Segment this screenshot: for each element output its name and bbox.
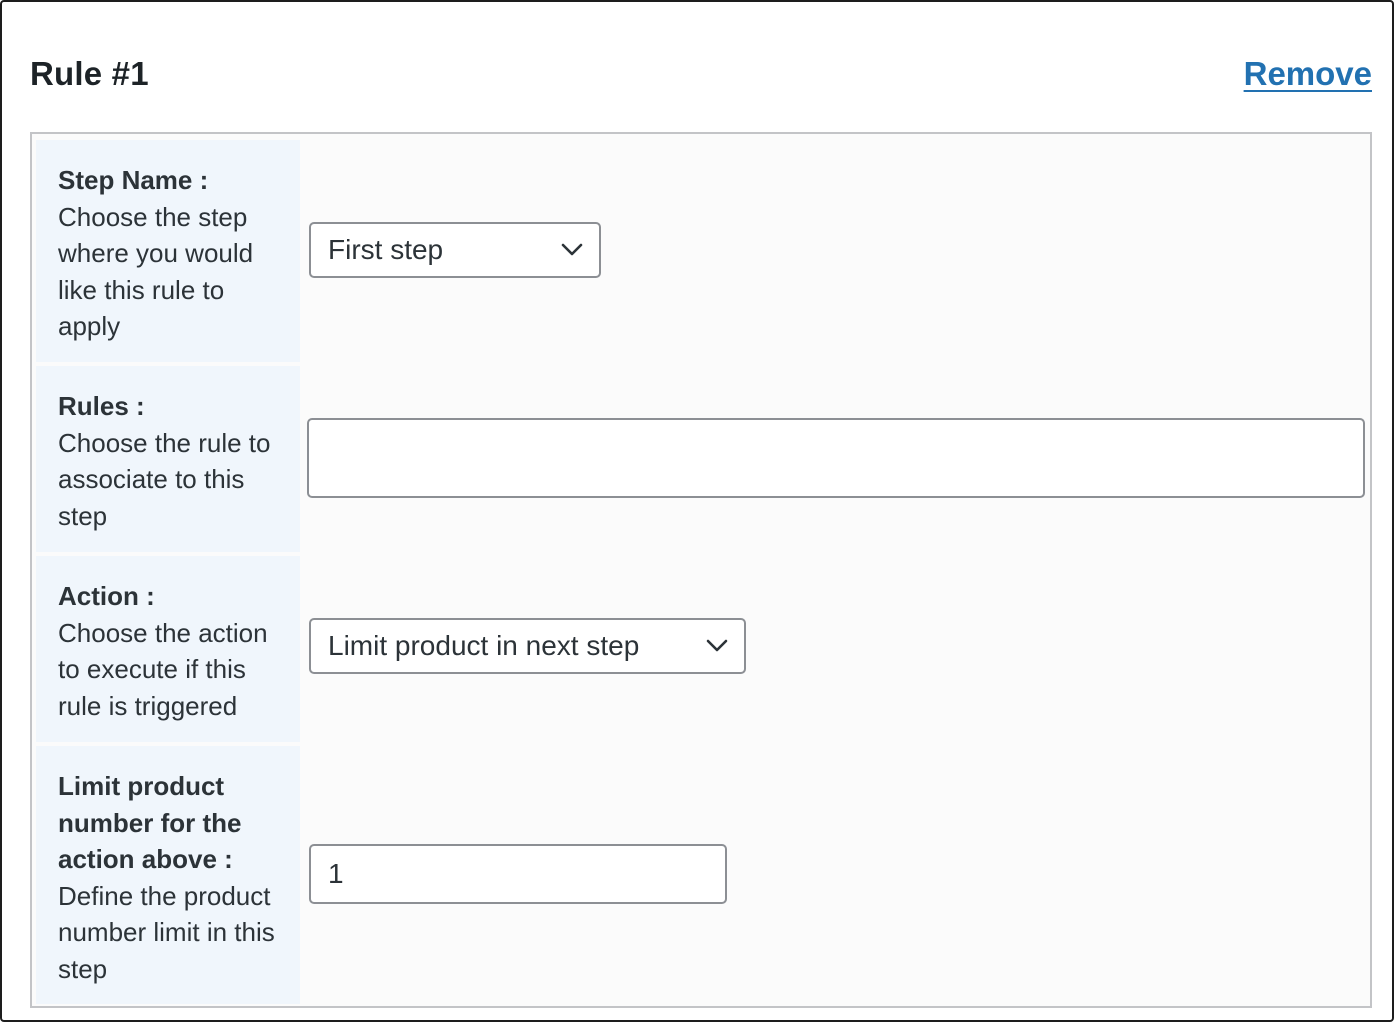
action-label: Action :: [58, 581, 155, 611]
rules-label: Rules :: [58, 391, 145, 421]
limit-product-number-description: Define the product number limit in this …: [58, 880, 275, 984]
step-name-label: Step Name :: [58, 165, 209, 195]
rules-label-cell: Rules : Choose the rule to associate to …: [36, 366, 300, 552]
rule-title: Rule #1: [30, 55, 149, 92]
rules-description: Choose the rule to associate to this ste…: [58, 427, 271, 531]
limit-label-cell: Limit product number for the action abov…: [36, 746, 300, 1004]
row-step-name: Step Name : Choose the step where you wo…: [32, 140, 1370, 362]
action-selected-value: Limit product in next step: [328, 630, 640, 661]
remove-rule-link[interactable]: Remove: [1244, 52, 1372, 96]
rule-header: Rule #1 Remove: [2, 2, 1392, 130]
chevron-down-icon: [706, 639, 728, 652]
action-select[interactable]: Limit product in next step: [309, 618, 746, 674]
action-description: Choose the action to execute if this rul…: [58, 617, 268, 721]
step-name-label-cell: Step Name : Choose the step where you wo…: [36, 140, 300, 362]
rule-form-table: Step Name : Choose the step where you wo…: [30, 132, 1372, 1008]
limit-product-number-input[interactable]: [309, 844, 727, 904]
rules-input[interactable]: [307, 418, 1365, 498]
row-rules: Rules : Choose the rule to associate to …: [32, 366, 1370, 552]
step-name-selected-value: First step: [328, 234, 444, 265]
rule-panel: Rule #1 Remove Step Name : Choose the st…: [0, 0, 1394, 1022]
step-name-description: Choose the step where you would like thi…: [58, 201, 254, 342]
chevron-down-icon: [561, 243, 583, 256]
row-action: Action : Choose the action to execute if…: [32, 556, 1370, 742]
action-label-cell: Action : Choose the action to execute if…: [36, 556, 300, 742]
step-name-select[interactable]: First step: [309, 222, 601, 278]
limit-product-number-label: Limit product number for the action abov…: [58, 771, 242, 874]
row-limit-product-number: Limit product number for the action abov…: [32, 746, 1370, 1004]
